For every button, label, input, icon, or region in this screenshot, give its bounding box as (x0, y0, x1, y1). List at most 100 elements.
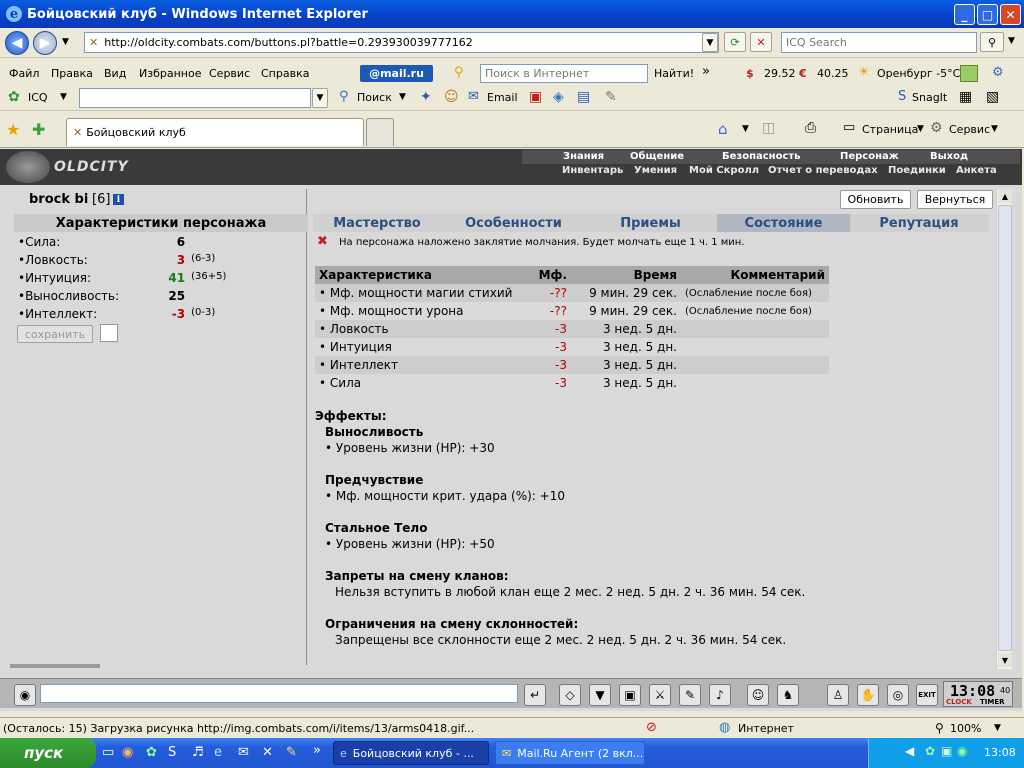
menu-view[interactable]: Вид (104, 67, 126, 80)
tab-mastery[interactable]: Мастерство (313, 214, 441, 232)
user-icon[interactable]: ☺ (444, 89, 459, 105)
tab-features[interactable]: Особенности (443, 214, 584, 232)
nav-inventory[interactable]: Инвентарь (562, 165, 623, 176)
home-icon[interactable]: ⌂ (718, 120, 728, 138)
task-mailru-agent[interactable]: ✉ Mail.Ru Агент (2 вкл... (495, 741, 645, 765)
map-icon[interactable] (960, 65, 978, 82)
email-button[interactable]: Email (487, 91, 518, 104)
address-input[interactable]: ✕ http://oldcity.combats.com/buttons.pl?… (84, 32, 719, 53)
compass-icon[interactable]: ✦ (420, 89, 432, 105)
fighter-icon[interactable]: ⚔ (649, 684, 671, 706)
nav-security[interactable]: Безопасность (722, 151, 801, 162)
save-stats-button[interactable]: сохранить (17, 325, 93, 343)
icq-input-dropdown[interactable]: ▼ (312, 88, 328, 108)
panel-resize-handle[interactable] (10, 664, 100, 668)
page-menu[interactable]: Страница (862, 123, 918, 136)
page-dropdown-icon[interactable]: ▼ (917, 124, 924, 134)
stats-checkbox[interactable] (100, 324, 118, 342)
app2-icon[interactable]: ✉ (238, 745, 249, 760)
close-button[interactable]: ✕ (1000, 4, 1021, 25)
mailru-find-button[interactable]: Найти! (654, 67, 694, 80)
snagit-button[interactable]: SnagIt (912, 91, 947, 104)
timer-label[interactable]: TIMER (980, 698, 1005, 706)
scroll-down-icon[interactable]: ▼ (998, 653, 1012, 667)
notes-icon[interactable]: ✎ (679, 684, 701, 706)
search-dropdown-icon[interactable]: ▼ (399, 92, 406, 102)
nav-communication[interactable]: Общение (630, 151, 684, 162)
tab-status[interactable]: Состояние (717, 214, 850, 232)
bottle-icon[interactable]: ♙ (827, 684, 849, 706)
tray-app-icon[interactable]: ▣ (941, 744, 952, 758)
icq-dropdown-icon[interactable]: ▼ (60, 92, 67, 102)
refresh-icon[interactable]: ⟳ (724, 32, 746, 52)
tv-icon[interactable]: ▤ (577, 89, 590, 105)
mailru-search-input[interactable]: Поиск в Интернет (480, 64, 648, 83)
task-ie-window[interactable]: e Бойцовский клуб - ... (333, 741, 489, 765)
new-tab-button[interactable] (366, 118, 394, 146)
capture-settings-icon[interactable]: ▧ (986, 89, 999, 105)
search-icon[interactable]: ⚲ (980, 32, 1004, 52)
search-options-icon[interactable]: ▼ (1008, 36, 1015, 46)
ring-icon[interactable]: ◎ (887, 684, 909, 706)
chat-speaker-icon[interactable]: ◉ (14, 684, 36, 706)
menu-tools[interactable]: Сервис (209, 67, 250, 80)
zoom-dropdown-icon[interactable]: ▼ (994, 723, 1001, 733)
icq-search-input[interactable]: ICQ Search (781, 32, 977, 53)
show-desktop-icon[interactable]: ▭ (102, 745, 114, 760)
firefox-icon[interactable]: ◉ (122, 745, 133, 760)
tab-active[interactable]: ✕ Бойцовский клуб (66, 118, 364, 146)
people-search-button[interactable]: Поиск (357, 91, 392, 104)
nav-exit[interactable]: Выход (930, 151, 968, 162)
print-icon[interactable]: ⎙ (805, 120, 816, 136)
tools-icon[interactable]: ✎ (605, 89, 617, 105)
game-icon[interactable]: ▣ (529, 89, 542, 105)
nav-skills[interactable]: Умения (634, 165, 677, 176)
helmet-icon[interactable]: ♞ (777, 684, 799, 706)
save-chat-icon[interactable]: ▣ (619, 684, 641, 706)
icq-label[interactable]: ICQ (28, 91, 48, 104)
quicklaunch-more-icon[interactable]: » (313, 743, 321, 758)
forward-button[interactable]: ▶ (33, 31, 57, 55)
tools-dropdown-icon[interactable]: ▼ (991, 124, 998, 134)
back-link-button[interactable]: Вернуться (917, 190, 993, 209)
tab-techniques[interactable]: Приемы (586, 214, 715, 232)
stop-icon[interactable]: ✕ (750, 32, 772, 52)
rss-icon[interactable]: ◫ (762, 120, 775, 136)
capture-icon[interactable]: ▦ (959, 89, 972, 105)
address-dropdown-button[interactable]: ▼ (702, 33, 718, 52)
filter-icon[interactable]: ▼ (589, 684, 611, 706)
maximize-button[interactable]: □ (977, 4, 998, 25)
tray-icq-icon[interactable]: ✿ (925, 744, 935, 758)
nav-scroll[interactable]: Мой Скролл (689, 165, 759, 176)
history-dropdown-icon[interactable]: ▼ (62, 37, 69, 47)
exit-game-icon[interactable]: EXIT (916, 684, 938, 706)
scroll-up-icon[interactable]: ▲ (998, 189, 1012, 203)
hands-icon[interactable]: ✋ (857, 684, 879, 706)
start-button[interactable]: пуск (0, 738, 96, 768)
icq-input[interactable] (79, 88, 311, 108)
eraser-icon[interactable]: ◇ (559, 684, 581, 706)
tools-menu[interactable]: Сервис (949, 123, 990, 136)
send-icon[interactable]: ↵ (524, 684, 546, 706)
minimize-button[interactable]: _ (954, 4, 975, 25)
menu-help[interactable]: Справка (261, 67, 309, 80)
nav-battles[interactable]: Поединки (888, 165, 946, 176)
refresh-button[interactable]: Обновить (840, 190, 911, 209)
menu-favorites[interactable]: Избранное (139, 67, 201, 80)
ie-taskbar-icon[interactable]: e (214, 745, 222, 760)
menu-edit[interactable]: Правка (51, 67, 93, 80)
settings-icon[interactable]: ⚙ (992, 65, 1004, 80)
tray-status-icon[interactable]: ◉ (957, 744, 967, 758)
nav-knowledge[interactable]: Знания (563, 151, 604, 162)
app-icon[interactable]: ♬ (192, 745, 204, 760)
nav-profile[interactable]: Анкета (956, 165, 997, 176)
tab-reputation[interactable]: Репутация (852, 214, 986, 232)
weather-text[interactable]: Оренбург -5°С (877, 67, 960, 80)
zoom-level[interactable]: 100% (950, 722, 981, 735)
app3-icon[interactable]: ✕ (262, 745, 273, 760)
app4-icon[interactable]: ✎ (286, 745, 297, 760)
smiley-icon[interactable]: ☺ (747, 684, 769, 706)
tray-arrow-icon[interactable]: ◀ (905, 744, 914, 758)
mailru-search-icon[interactable]: ⚲ (454, 65, 474, 82)
page-scrollbar[interactable]: ▲ ▼ (996, 189, 1012, 669)
